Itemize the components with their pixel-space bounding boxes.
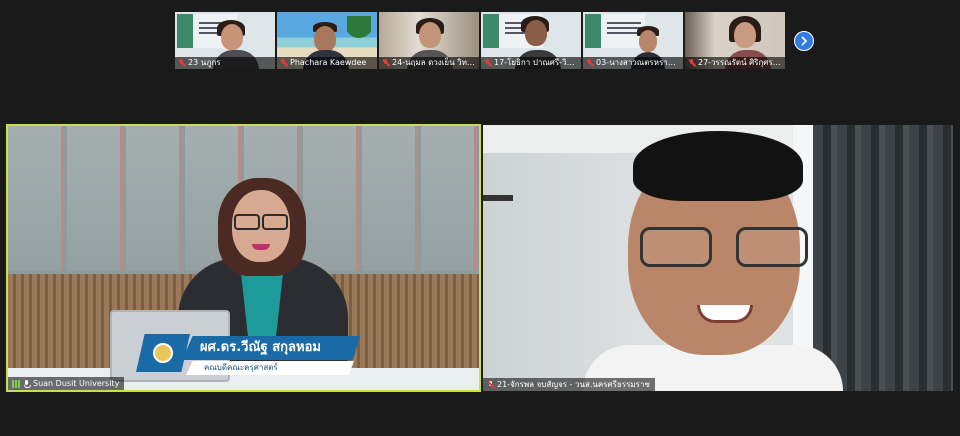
- participant-thumbnail[interactable]: Phachara Kaewdee: [277, 12, 377, 69]
- chevron-right-icon: [801, 36, 807, 46]
- curtain: [813, 125, 953, 391]
- participant-label: Suan Dusit University: [8, 377, 125, 390]
- participant-thumbnail[interactable]: 24-นฤมล ดวงเย็น วิทยาลัย...: [379, 12, 479, 69]
- participant-strip: 23 นภูกร Phachara Kaewdee 24-นฤมล ดวงเย็…: [175, 12, 785, 69]
- participant-name: 17-โยธิกา ปาณศรี-วิทยาลั...: [494, 58, 578, 67]
- participant-name: 27-วรรณรัตน์ ศิริกุศร-วข...: [698, 58, 782, 67]
- palm-tree: [347, 16, 371, 56]
- participant-name: 21-จักรพล จบสัญจร - วนส.นครศรีธรรมราช: [497, 380, 650, 389]
- video-tile-participant[interactable]: 21-จักรพล จบสัญจร - วนส.นครศรีธรรมราช: [483, 125, 953, 391]
- participant-name: 23 นภูกร: [188, 58, 221, 67]
- speaker-title-caption: คณบดีคณะครุศาสตร์: [186, 361, 354, 375]
- name-lower-third: ผศ.ดร.วีณัฐ สกุลหอม คณบดีคณะครุศาสตร์: [136, 334, 361, 380]
- mic-muted-icon: [487, 380, 494, 389]
- mic-muted-icon: [178, 59, 185, 67]
- participant-name: 24-นฤมล ดวงเย็น วิทยาลัย...: [392, 58, 476, 67]
- mic-muted-icon: [280, 59, 287, 67]
- participant-thumbnail[interactable]: 23 นภูกร: [175, 12, 275, 69]
- university-logo-icon: [136, 334, 190, 372]
- mic-muted-icon: [484, 59, 491, 67]
- participant-name: 03-นางสาวณตรหราย ย่อย...: [596, 58, 680, 67]
- participant-name: Phachara Kaewdee: [290, 58, 367, 67]
- participant-label: 21-จักรพล จบสัญจร - วนส.นครศรีธรรมราช: [483, 378, 655, 391]
- video-tile-active-speaker[interactable]: ผศ.ดร.วีณัฐ สกุลหอม คณบดีคณะครุศาสตร์ Su…: [6, 124, 481, 392]
- mic-muted-icon: [382, 59, 389, 67]
- mic-muted-icon: [688, 59, 695, 67]
- participant-name: Suan Dusit University: [33, 379, 120, 388]
- audio-level-icon: [12, 379, 20, 388]
- next-page-button[interactable]: [794, 31, 814, 51]
- shared-slide: [585, 14, 645, 48]
- participant-thumbnail[interactable]: 03-นางสาวณตรหราย ย่อย...: [583, 12, 683, 69]
- mic-muted-icon: [586, 59, 593, 67]
- curtain-rail: [483, 195, 513, 201]
- speaker-name-caption: ผศ.ดร.วีณัฐ สกุลหอม: [182, 336, 360, 360]
- participant-thumbnail[interactable]: 27-วรรณรัตน์ ศิริกุศร-วข...: [685, 12, 785, 69]
- mic-icon: [23, 379, 31, 388]
- participant-thumbnail[interactable]: 17-โยธิกา ปาณศรี-วิทยาลั...: [481, 12, 581, 69]
